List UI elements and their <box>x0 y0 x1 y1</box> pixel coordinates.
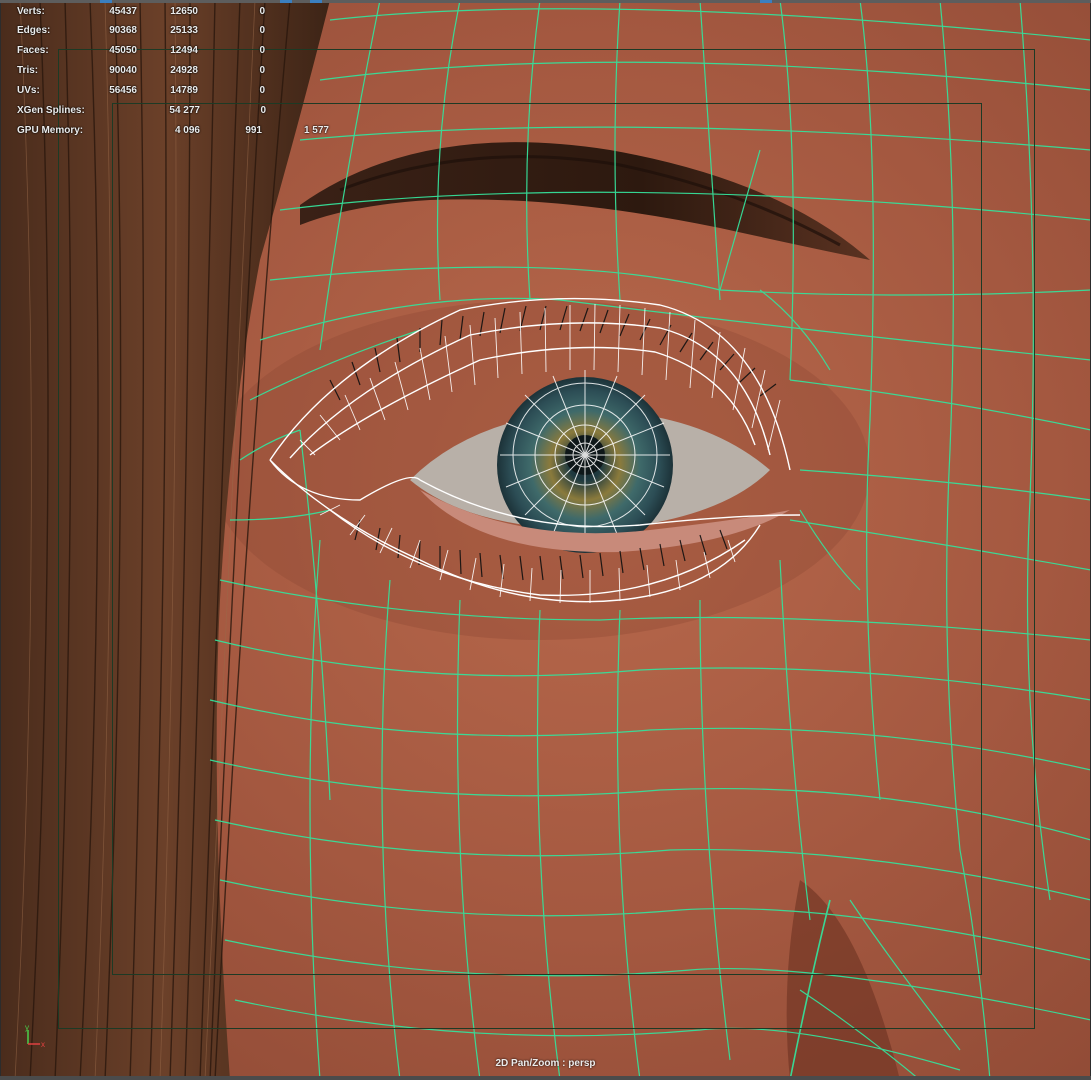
hud-value: 45050 <box>109 45 137 56</box>
hud-value: 25133 <box>170 25 198 36</box>
hud-label: Faces: <box>17 45 49 56</box>
hud-value: 90368 <box>109 25 137 36</box>
camera-label: 2D Pan/Zoom : persp <box>495 1058 596 1069</box>
hud-value: 1 577 <box>303 125 329 136</box>
hud-value: 991 <box>245 125 262 136</box>
axis-x-label: x <box>41 1040 45 1049</box>
hud-value: 54 277 <box>169 105 200 116</box>
toolbar-marker <box>760 0 772 3</box>
hud-value: 4 096 <box>174 125 200 136</box>
hud-label: Verts: <box>17 6 45 17</box>
hud-value: 24928 <box>170 65 198 76</box>
hud-value: 56456 <box>109 85 137 96</box>
viewport-bottom-border <box>0 1076 1091 1080</box>
hud-label: Tris: <box>17 65 39 76</box>
maya-viewport[interactable]: Verts: 45437 12650 0 Edges: 90368 25133 … <box>0 0 1091 1080</box>
hud-value: 0 <box>259 6 265 17</box>
hud-value: 12494 <box>170 45 198 56</box>
hud-value: 0 <box>259 65 265 76</box>
resolution-gate-inner <box>112 103 982 975</box>
hud-value: 0 <box>259 45 265 56</box>
hud-value: 12650 <box>170 6 198 17</box>
hud-value: 0 <box>259 25 265 36</box>
axis-y-label: y <box>25 1024 29 1032</box>
hud-value: 90040 <box>109 65 137 76</box>
hud-label: UVs: <box>17 85 40 96</box>
axis-gizmo-icon: y x <box>25 1024 45 1049</box>
poly-count-hud: Verts: 45437 12650 0 Edges: 90368 25133 … <box>0 0 329 145</box>
hud-value: 0 <box>260 105 266 116</box>
hud-value: 45437 <box>109 6 137 17</box>
hud-value: 14789 <box>170 85 198 96</box>
hud-value: 0 <box>259 85 265 96</box>
hud-label: XGen Splines: <box>17 105 85 116</box>
hud-label: GPU Memory: <box>17 125 84 136</box>
hud-label: Edges: <box>17 25 51 36</box>
